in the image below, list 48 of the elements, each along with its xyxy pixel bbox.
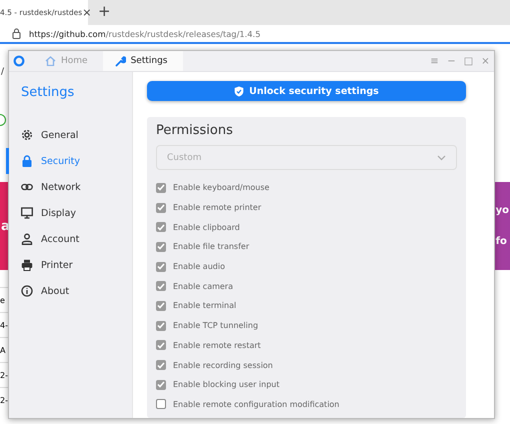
wrench-icon — [114, 56, 126, 66]
checkbox[interactable] — [156, 399, 166, 410]
link-icon — [21, 181, 33, 193]
checkbox[interactable] — [156, 202, 166, 213]
checkbox-label: Enable TCP tunneling — [173, 321, 258, 330]
checkbox-label: Enable recording session — [173, 360, 273, 370]
checkbox-label: Enable blocking user input — [173, 380, 280, 390]
sidebar-title: Settings — [21, 85, 76, 100]
checkbox[interactable] — [156, 360, 166, 370]
checkbox-label: Enable terminal — [173, 301, 236, 310]
new-tab-button[interactable]: + — [98, 1, 111, 21]
gear-icon — [21, 129, 33, 141]
checkbox-label: Enable remote configuration modification — [173, 400, 340, 409]
checkbox[interactable] — [156, 340, 166, 350]
checkbox[interactable] — [156, 380, 166, 390]
checkbox-label: Enable remote restart — [173, 340, 261, 350]
banner-text: fo — [496, 236, 508, 247]
section-title: Permissions — [156, 123, 234, 138]
person-icon — [21, 233, 33, 245]
unlock-button[interactable]: Unlock security settings — [147, 81, 466, 101]
checkbox[interactable] — [156, 281, 166, 292]
lock-icon — [21, 155, 33, 167]
checkbox[interactable] — [156, 182, 166, 193]
checkbox-label: Enable remote printer — [173, 203, 262, 212]
checkbox-label: Enable camera — [173, 282, 233, 291]
checkbox[interactable] — [156, 262, 166, 272]
printer-icon — [21, 259, 33, 271]
monitor-icon — [21, 207, 33, 219]
home-icon — [45, 56, 56, 66]
checkbox[interactable] — [156, 242, 166, 252]
breadcrumb-text: / — [1, 67, 4, 77]
lock-icon — [12, 28, 21, 39]
checkbox-label: Enable file transfer — [173, 242, 250, 252]
checkbox-label: Enable clipboard — [173, 222, 240, 232]
app-logo-icon — [13, 55, 25, 67]
checkbox-label: Enable keyboard/mouse — [173, 183, 270, 192]
sidebar-item[interactable]: Printer — [6, 252, 132, 278]
checkbox[interactable] — [156, 300, 166, 311]
sidebar-item[interactable]: General — [6, 122, 132, 148]
info-icon — [21, 285, 33, 297]
checkbox[interactable] — [156, 320, 166, 331]
sidebar-item[interactable]: Network — [6, 174, 132, 200]
checkbox[interactable] — [156, 222, 166, 232]
banner-text: yo — [496, 205, 509, 216]
checkbox-label: Enable audio — [173, 262, 225, 272]
chevron-down-icon — [437, 154, 446, 160]
shield-icon — [234, 86, 244, 96]
window-tab[interactable]: Settings — [102, 51, 182, 71]
